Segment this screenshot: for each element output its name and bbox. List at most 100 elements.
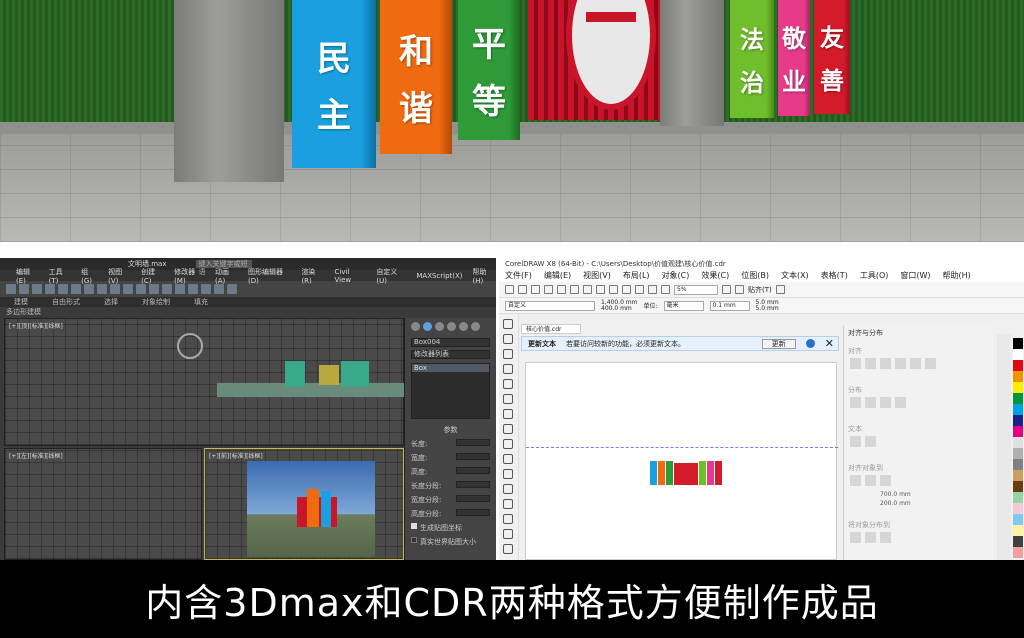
viewport-left[interactable]: [+][左][标准][线框] <box>4 448 202 560</box>
interactive-fill-icon[interactable] <box>503 544 513 554</box>
cdr-menu-item[interactable]: 文本(X) <box>781 270 809 281</box>
units-select[interactable]: 毫米 <box>663 300 704 311</box>
max-menu-item[interactable]: 动画(A) <box>215 267 238 285</box>
modifier-list-select[interactable]: 修改器列表 <box>411 350 490 359</box>
cdr-menu-item[interactable]: 帮助(H) <box>943 270 971 281</box>
modifier-stack[interactable]: Box <box>411 363 490 419</box>
param-spinner[interactable] <box>456 467 490 474</box>
align-to-icon[interactable] <box>880 475 891 486</box>
object-name-field[interactable]: Box004 <box>411 338 490 347</box>
ribbon-tab[interactable]: 对象绘制 <box>142 297 170 307</box>
max-subtab[interactable]: 多边形建模 <box>0 307 496 317</box>
color-swatch[interactable] <box>1013 481 1023 492</box>
transparency-tool-icon[interactable] <box>503 514 513 524</box>
checkbox-row[interactable]: 真实世界贴图大小 <box>405 535 496 549</box>
guideline[interactable] <box>526 447 838 448</box>
eyedropper-tool-icon[interactable] <box>503 529 513 539</box>
align-left-icon[interactable] <box>850 358 861 369</box>
color-swatch[interactable] <box>1013 426 1023 437</box>
color-swatch[interactable] <box>1013 448 1023 459</box>
undo-icon[interactable] <box>596 285 605 294</box>
paste-icon[interactable] <box>583 285 592 294</box>
max-menu-item[interactable]: 工具(T) <box>49 267 72 285</box>
cdr-menu-item[interactable]: 窗口(W) <box>900 270 930 281</box>
move-icon[interactable] <box>84 284 94 294</box>
docker-side-tabs[interactable] <box>997 334 1011 560</box>
viewport-top[interactable]: [+][顶][标准][线框] <box>4 318 405 446</box>
pick-tool-icon[interactable] <box>503 319 513 329</box>
cdr-menu-item[interactable]: 视图(V) <box>583 270 611 281</box>
scale-icon[interactable] <box>110 284 120 294</box>
render-setup-icon[interactable] <box>214 284 224 294</box>
display-tab-icon[interactable] <box>459 322 468 331</box>
search-icon[interactable] <box>622 285 631 294</box>
max-menu-item[interactable]: Civil View <box>334 268 366 284</box>
color-swatch[interactable] <box>1013 404 1023 415</box>
design-panel[interactable] <box>658 461 665 485</box>
angle-snap-icon[interactable] <box>136 284 146 294</box>
cdr-menu-item[interactable]: 布局(L) <box>623 270 650 281</box>
color-swatch[interactable] <box>1013 525 1023 536</box>
cdr-menu-item[interactable]: 表格(T) <box>821 270 848 281</box>
layer-icon[interactable] <box>175 284 185 294</box>
distribute-icon[interactable] <box>880 397 891 408</box>
viewport-front[interactable]: [+][前][标准][线框] <box>204 448 404 560</box>
mirror-icon[interactable] <box>149 284 159 294</box>
align-to-icon[interactable] <box>865 475 876 486</box>
cdr-menu-item[interactable]: 工具(O) <box>860 270 889 281</box>
max-menu-item[interactable]: 自定义(U) <box>376 267 406 285</box>
align-to-icon[interactable] <box>850 475 861 486</box>
document-tab[interactable]: 核心价值.cdr <box>521 324 581 334</box>
wall-design-thumbnail[interactable] <box>650 455 760 485</box>
ribbon-tab[interactable]: 建模 <box>14 297 28 307</box>
param-spinner[interactable] <box>456 495 490 502</box>
ribbon-tab[interactable]: 自由形式 <box>52 297 80 307</box>
pdf-icon[interactable] <box>661 285 670 294</box>
snap-icon[interactable] <box>123 284 133 294</box>
text-align-icon[interactable] <box>865 436 876 447</box>
align-center-icon[interactable] <box>865 358 876 369</box>
max-menu-item[interactable]: 修改器(M) <box>174 267 205 285</box>
gear-icon[interactable] <box>775 285 785 294</box>
distribute-to-icon[interactable] <box>850 532 861 543</box>
color-swatch[interactable] <box>1013 514 1023 525</box>
unlink-icon[interactable] <box>45 284 55 294</box>
rotate-icon[interactable] <box>97 284 107 294</box>
utilities-tab-icon[interactable] <box>471 322 480 331</box>
checkbox-icon[interactable] <box>411 523 417 529</box>
color-swatch[interactable] <box>1013 503 1023 514</box>
text-tool-icon[interactable] <box>503 454 513 464</box>
copy-icon[interactable] <box>570 285 579 294</box>
distribute-icon[interactable] <box>850 397 861 408</box>
render-icon[interactable] <box>227 284 237 294</box>
text-align-icon[interactable] <box>850 436 861 447</box>
checkbox-row[interactable]: 生成贴图坐标 <box>405 521 496 535</box>
import-icon[interactable] <box>635 285 644 294</box>
open-icon[interactable] <box>518 285 527 294</box>
snap-to-button[interactable]: 贴齐(T) <box>748 285 772 295</box>
close-icon[interactable]: ✕ <box>825 337 834 350</box>
param-spinner[interactable] <box>456 481 490 488</box>
print-icon[interactable] <box>544 285 553 294</box>
new-doc-icon[interactable] <box>505 285 514 294</box>
param-spinner[interactable] <box>456 453 490 460</box>
undo-icon[interactable] <box>6 284 16 294</box>
update-button[interactable]: 更新 <box>761 338 796 349</box>
ellipse-tool-icon[interactable] <box>503 424 513 434</box>
modifier-stack-item[interactable]: Box <box>412 364 489 372</box>
max-menu-item[interactable]: 创建(C) <box>141 267 164 285</box>
color-swatch[interactable] <box>1013 536 1023 547</box>
zoom-select[interactable]: 5% <box>674 284 718 295</box>
curve-editor-icon[interactable] <box>188 284 198 294</box>
rulers-icon[interactable] <box>735 285 744 294</box>
color-swatch[interactable] <box>1013 338 1023 349</box>
param-spinner[interactable] <box>456 439 490 446</box>
max-menu-item[interactable]: 组(G) <box>81 267 98 285</box>
align-middle-icon[interactable] <box>910 358 921 369</box>
color-swatch[interactable] <box>1013 349 1023 360</box>
redo-icon[interactable] <box>609 285 618 294</box>
hierarchy-tab-icon[interactable] <box>435 322 444 331</box>
ribbon-tab[interactable]: 选择 <box>104 297 118 307</box>
params-header[interactable]: 参数 <box>405 423 496 437</box>
design-panel[interactable] <box>674 463 698 485</box>
